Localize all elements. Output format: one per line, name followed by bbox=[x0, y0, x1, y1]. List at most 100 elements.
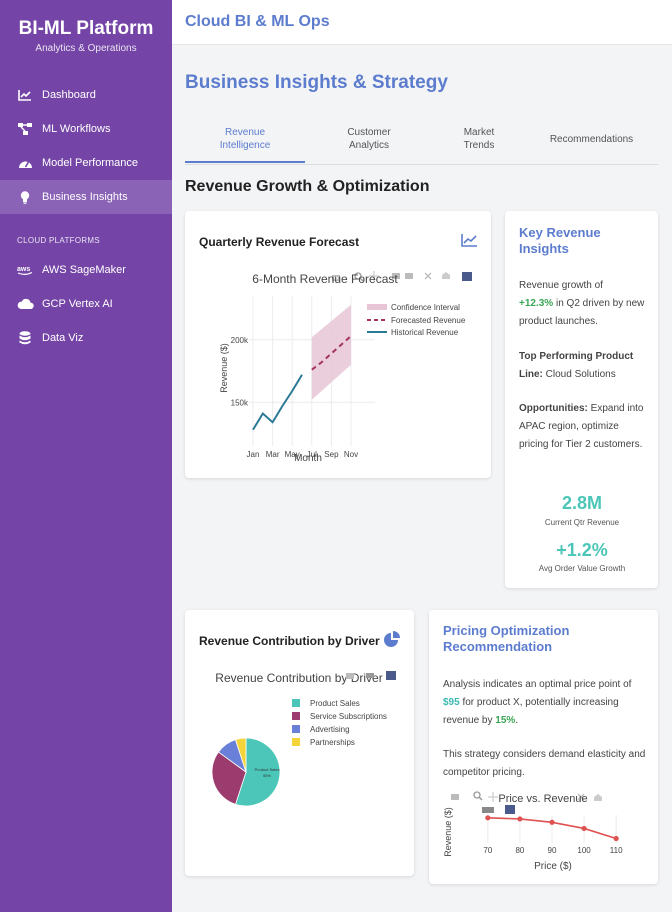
tab-customer-analytics[interactable]: Customer Analytics bbox=[309, 126, 429, 152]
sidebar-item-label: Model Performance bbox=[42, 157, 138, 169]
metric-current-qtr-revenue-label: Current Qtr Revenue bbox=[544, 518, 620, 527]
autoscale-icon[interactable] bbox=[482, 807, 494, 813]
lightbulb-icon bbox=[16, 188, 34, 206]
page-title: Business Insights & Strategy bbox=[185, 72, 448, 93]
camera-icon[interactable] bbox=[346, 673, 354, 679]
camera-icon[interactable] bbox=[451, 794, 459, 800]
pan-icon[interactable] bbox=[488, 792, 498, 802]
insights-growth-text: Revenue growth of +12.3% in Q2 driven by … bbox=[519, 277, 649, 331]
sidebar-item-ml-workflows[interactable]: ML Workflows bbox=[0, 112, 172, 146]
tab-label-line2: Analytics bbox=[348, 140, 389, 151]
brand: BI-ML Platform Analytics & Operations bbox=[0, 0, 172, 54]
price-revenue-point bbox=[613, 835, 619, 842]
legend-label: Partnerships bbox=[310, 738, 355, 747]
insights-title: Key Revenue Insights bbox=[519, 225, 601, 257]
tab-label-line2: Trends bbox=[463, 140, 495, 151]
forecast-chart-title: 6-Month Revenue Forecast bbox=[252, 272, 398, 286]
forecast-marks bbox=[252, 304, 352, 431]
download-icon[interactable] bbox=[366, 673, 374, 678]
forecast-y-ticks: 150k 200k bbox=[231, 336, 249, 408]
header-title: Cloud BI & ML Ops bbox=[185, 13, 330, 30]
insights-title-line1: Key Revenue bbox=[519, 225, 601, 240]
legend-label-confidence: Confidence Interval bbox=[391, 303, 460, 312]
price-x-ticks: 70 80 90 100 110 bbox=[483, 846, 623, 855]
sidebar-item-label: Dashboard bbox=[42, 89, 96, 101]
contribution-card: Revenue Contribution by Driver Revenue C… bbox=[185, 610, 414, 876]
growth-prefix: Revenue growth of bbox=[519, 280, 603, 291]
price-revenue-chart: Price vs. Revenue 70 80 90 100 110 Price ($)… bbox=[443, 791, 623, 872]
sidebar-item-business-insights[interactable]: Business Insights bbox=[0, 180, 172, 214]
legend-swatch bbox=[292, 725, 300, 733]
price-x-tick-label: 110 bbox=[610, 846, 623, 855]
price-revenue-point bbox=[581, 825, 587, 832]
section-title: Revenue Growth & Optimization bbox=[185, 178, 430, 195]
brand-subtitle: Analytics & Operations bbox=[35, 43, 137, 54]
forecast-x-tick-label: Mar bbox=[266, 450, 280, 459]
forecast-x-tick-label: Nov bbox=[344, 450, 358, 459]
metric-aov-growth-label: Avg Order Value Growth bbox=[538, 564, 626, 573]
line-chart-icon bbox=[16, 86, 34, 104]
legend-label: Service Subscriptions bbox=[310, 712, 387, 721]
sidebar-item-label: AWS SageMaker bbox=[42, 264, 126, 276]
forecast-legend: Confidence Interval Forecasted Revenue H… bbox=[367, 303, 466, 337]
insights-opportunities: Opportunities: Expand into APAC region, … bbox=[519, 400, 651, 454]
sidebar-item-aws-sagemaker[interactable]: aws AWS SageMaker bbox=[0, 253, 172, 287]
key-insights-card: Key Revenue Insights Revenue growth of +1… bbox=[505, 211, 658, 588]
sidebar-item-label: Business Insights bbox=[42, 191, 128, 203]
plotly-logo-icon[interactable] bbox=[386, 671, 396, 680]
tab-revenue-intelligence[interactable]: Revenue Intelligence bbox=[185, 126, 305, 152]
sidebar-item-model-performance[interactable]: Model Performance bbox=[0, 146, 172, 180]
legend-swatch bbox=[292, 712, 300, 720]
sidebar-item-label: GCP Vertex AI bbox=[42, 298, 113, 310]
workflow-icon bbox=[16, 120, 34, 138]
sidebar-item-data-viz[interactable]: Data Viz bbox=[0, 321, 172, 355]
pricing-card: Pricing Optimization Recommendation Anal… bbox=[429, 610, 658, 884]
tab-label-line1: Customer bbox=[347, 127, 391, 138]
price-y-axis-label: Revenue ($) bbox=[443, 807, 453, 857]
forecast-x-tick-label: Sep bbox=[324, 450, 339, 459]
tab-label-line1: Recommendations bbox=[549, 134, 634, 145]
legend-swatch-confidence bbox=[367, 304, 387, 310]
top-header: Cloud BI & ML Ops bbox=[172, 0, 672, 45]
sidebar-section-label: CLOUD PLATFORMS bbox=[17, 236, 101, 245]
top-product-value: Cloud Solutions bbox=[545, 369, 616, 380]
legend-label: Product Sales bbox=[310, 699, 360, 708]
legend-label-historical: Historical Revenue bbox=[391, 328, 459, 337]
sidebar-item-label: Data Viz bbox=[42, 332, 84, 344]
price-x-axis-label: Price ($) bbox=[534, 861, 572, 872]
forecast-y-tick-label: 200k bbox=[231, 336, 249, 345]
insights-top-product: Top Performing Product Line: Cloud Solut… bbox=[519, 348, 649, 384]
database-icon bbox=[16, 329, 34, 347]
gauge-icon bbox=[16, 154, 34, 172]
home-icon[interactable] bbox=[594, 794, 602, 801]
tab-recommendations[interactable]: Recommendations bbox=[529, 133, 654, 146]
price-x-tick-label: 70 bbox=[483, 846, 492, 855]
sidebar-item-gcp-vertex-ai[interactable]: GCP Vertex AI bbox=[0, 287, 172, 321]
contribution-legend: Product Sales Service Subscriptions Advert… bbox=[292, 699, 387, 747]
reset-axes-icon[interactable] bbox=[424, 272, 432, 280]
svg-text:aws: aws bbox=[17, 266, 30, 273]
price-chart-title: Price vs. Revenue bbox=[498, 793, 587, 805]
pie-slice-label: Product Sales bbox=[255, 767, 280, 772]
growth-value: +12.3% bbox=[519, 298, 554, 309]
metric-aov-growth: +1.2% bbox=[556, 540, 608, 560]
legend-swatch bbox=[292, 699, 300, 707]
cloud-icon bbox=[16, 295, 34, 313]
sidebar-nav: Dashboard ML Workflows Model Performance… bbox=[0, 78, 172, 214]
tab-label-line2: Intelligence bbox=[219, 140, 271, 151]
sidebar: BI-ML Platform Analytics & Operations Da… bbox=[0, 0, 172, 912]
brand-title: BI-ML Platform bbox=[18, 18, 154, 39]
forecast-y-tick-label: 150k bbox=[231, 398, 249, 407]
contribution-pie: Product Sales55% bbox=[211, 737, 281, 807]
plotly-logo-icon[interactable] bbox=[462, 272, 472, 281]
aws-icon: aws bbox=[16, 261, 34, 279]
tab-label-line1: Market bbox=[463, 127, 495, 138]
price-x-tick-label: 80 bbox=[515, 846, 524, 855]
pie-slice-value: 55% bbox=[263, 773, 271, 778]
tab-market-trends[interactable]: Market Trends bbox=[439, 126, 519, 152]
zoom-icon[interactable] bbox=[473, 791, 483, 801]
home-icon[interactable] bbox=[442, 272, 450, 279]
plotly-logo-icon[interactable] bbox=[505, 805, 515, 814]
sidebar-item-dashboard[interactable]: Dashboard bbox=[0, 78, 172, 112]
forecast-card: Quarterly Revenue Forecast 6-Month Reven… bbox=[185, 211, 491, 478]
